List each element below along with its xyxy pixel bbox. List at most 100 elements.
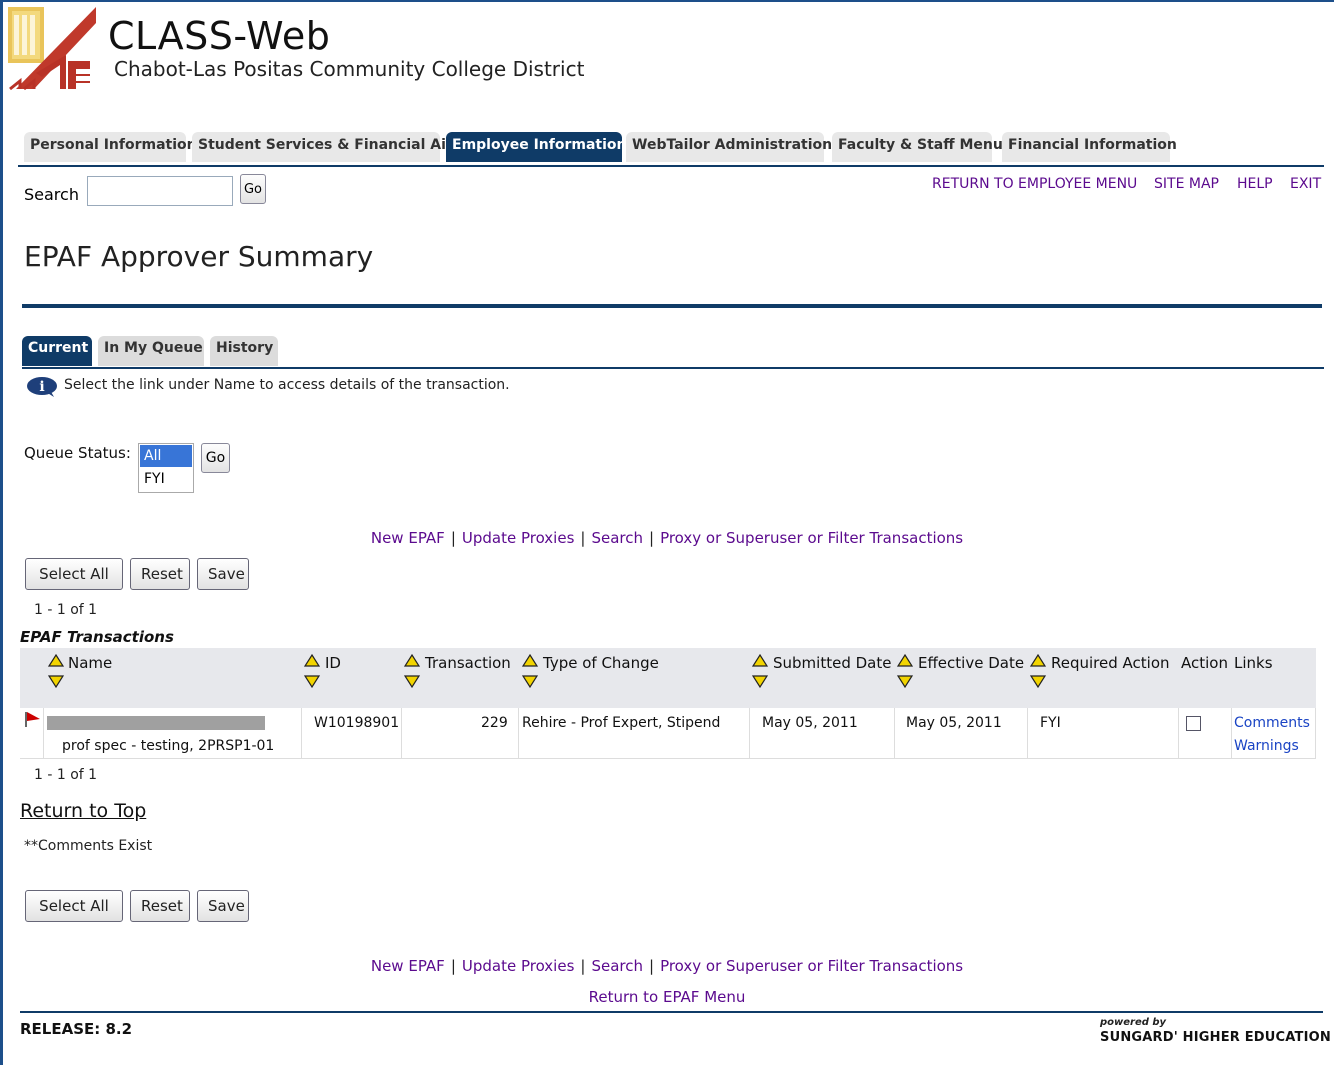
window-top-border [0, 0, 1334, 2]
tab-bar-divider [18, 165, 1324, 167]
search-link-bottom[interactable]: Search [591, 957, 643, 975]
sort-arrows-icon[interactable] [304, 654, 320, 688]
link-separator: | [450, 529, 456, 547]
sort-arrows-icon[interactable] [48, 654, 64, 688]
search-input[interactable] [87, 176, 233, 206]
col-header-id[interactable]: ID [325, 654, 341, 672]
select-all-button-bottom[interactable]: Select All [25, 890, 123, 922]
tab-financial-information[interactable]: Financial Information [1002, 132, 1177, 162]
college-logo-icon [6, 3, 98, 93]
site-map-link[interactable]: SITE MAP [1154, 176, 1219, 192]
tab-current[interactable]: Current [22, 336, 92, 366]
cell-divider [43, 708, 44, 758]
powered-by-label: powered by [1100, 1017, 1167, 1028]
app-title: CLASS-Web [108, 14, 331, 58]
queue-status-option-all[interactable]: All [140, 445, 192, 467]
cell-id: W10198901 [314, 715, 400, 731]
link-separator: | [450, 957, 456, 975]
cell-transaction: 229 [481, 715, 508, 731]
queue-status-label: Queue Status: [24, 444, 131, 462]
tab-student-services-financial-aid[interactable]: Student Services & Financial Aid [192, 132, 456, 162]
search-go-button[interactable]: Go [240, 174, 266, 204]
link-separator: | [649, 529, 655, 547]
queue-status-option-fyi[interactable]: FYI [140, 468, 192, 490]
name-detail: prof spec - testing, 2PRSP1-01 [62, 738, 275, 754]
tab-history[interactable]: History [210, 336, 278, 366]
employee-name-link[interactable] [47, 716, 265, 730]
tab-personal-information[interactable]: Personal Information [24, 132, 197, 162]
sort-arrows-icon[interactable] [522, 654, 538, 688]
col-header-action: Action [1181, 654, 1228, 672]
sort-arrows-icon[interactable] [752, 654, 768, 688]
cell-divider [749, 708, 750, 758]
reset-button-bottom[interactable]: Reset [130, 890, 190, 922]
cell-required-action: FYI [1040, 715, 1061, 731]
return-to-top-link[interactable]: Return to Top [20, 800, 146, 822]
exit-link[interactable]: EXIT [1290, 176, 1321, 192]
select-all-button[interactable]: Select All [25, 558, 123, 590]
search-link[interactable]: Search [591, 529, 643, 547]
cell-type-of-change: Rehire - Prof Expert, Stipend [522, 715, 721, 731]
table-header: Name ID Transaction Type of Change Submi… [20, 648, 1316, 708]
link-separator: | [580, 957, 586, 975]
help-link[interactable]: HELP [1237, 176, 1273, 192]
save-button-bottom[interactable]: Save [197, 890, 249, 922]
save-button[interactable]: Save [197, 558, 249, 590]
cell-divider [1231, 708, 1232, 758]
table-caption: EPAF Transactions [20, 628, 174, 646]
return-to-epaf-menu-link[interactable]: Return to EPAF Menu [589, 988, 746, 1006]
sort-arrows-icon[interactable] [1030, 654, 1046, 688]
cell-divider [401, 708, 402, 758]
comments-link[interactable]: Comments [1234, 715, 1310, 731]
svg-text:i: i [39, 379, 44, 395]
cell-effective-date: May 05, 2011 [906, 715, 1002, 731]
col-header-effective-date[interactable]: Effective Date [918, 654, 1024, 672]
return-to-employee-menu-link[interactable]: RETURN TO EMPLOYEE MENU [932, 176, 1137, 192]
queue-status-listbox[interactable]: All FYI [138, 443, 194, 493]
queue-status-go-button[interactable]: Go [201, 443, 230, 473]
action-checkbox[interactable] [1186, 716, 1201, 731]
reset-button[interactable]: Reset [130, 558, 190, 590]
cell-divider [1027, 708, 1028, 758]
cell-divider [1315, 708, 1316, 758]
warnings-link[interactable]: Warnings [1234, 738, 1299, 754]
record-count-bottom: 1 - 1 of 1 [34, 767, 98, 783]
comments-note: **Comments Exist [24, 838, 153, 854]
search-label: Search [24, 185, 79, 204]
tab-in-my-queue[interactable]: In My Queue [98, 336, 204, 366]
col-header-type-of-change[interactable]: Type of Change [543, 654, 659, 672]
col-header-name[interactable]: Name [68, 654, 112, 672]
cell-divider [518, 708, 519, 758]
proxy-superuser-filter-link-bottom[interactable]: Proxy or Superuser or Filter Transaction… [660, 957, 963, 975]
col-header-links: Links [1234, 654, 1273, 672]
title-divider [22, 304, 1322, 308]
cell-submitted-date: May 05, 2011 [762, 715, 858, 731]
link-separator: | [649, 957, 655, 975]
cell-divider [301, 708, 302, 758]
sort-arrows-icon[interactable] [404, 654, 420, 688]
action-links-top: New EPAF | Update Proxies | Search | Proxy or … [0, 529, 1334, 547]
update-proxies-link[interactable]: Update Proxies [462, 529, 575, 547]
tab-employee-information[interactable]: Employee Information [446, 132, 626, 162]
record-count-top: 1 - 1 of 1 [34, 602, 98, 618]
sort-arrows-icon[interactable] [897, 654, 913, 688]
footer-divider [20, 1011, 1323, 1013]
proxy-superuser-filter-link[interactable]: Proxy or Superuser or Filter Transaction… [660, 529, 963, 547]
new-epaf-link-bottom[interactable]: New EPAF [371, 957, 445, 975]
info-icon: i [27, 377, 57, 397]
col-header-transaction[interactable]: Transaction [425, 654, 511, 672]
return-epaf-menu-row: Return to EPAF Menu [0, 988, 1334, 1006]
update-proxies-link-bottom[interactable]: Update Proxies [462, 957, 575, 975]
tab-webtailor-administration[interactable]: WebTailor Administration [626, 132, 832, 162]
sub-tab-divider [22, 367, 1324, 369]
col-header-submitted-date[interactable]: Submitted Date [773, 654, 891, 672]
action-links-bottom: New EPAF | Update Proxies | Search | Proxy or … [0, 957, 1334, 975]
app-subtitle: Chabot-Las Positas Community College Dis… [114, 57, 585, 81]
new-epaf-link[interactable]: New EPAF [371, 529, 445, 547]
col-header-required-action[interactable]: Required Action [1051, 654, 1170, 672]
cell-divider [894, 708, 895, 758]
flag-icon [25, 712, 40, 727]
link-separator: | [580, 529, 586, 547]
tab-faculty-staff-menu[interactable]: Faculty & Staff Menu [832, 132, 1003, 162]
release-version: RELEASE: 8.2 [20, 1020, 133, 1038]
